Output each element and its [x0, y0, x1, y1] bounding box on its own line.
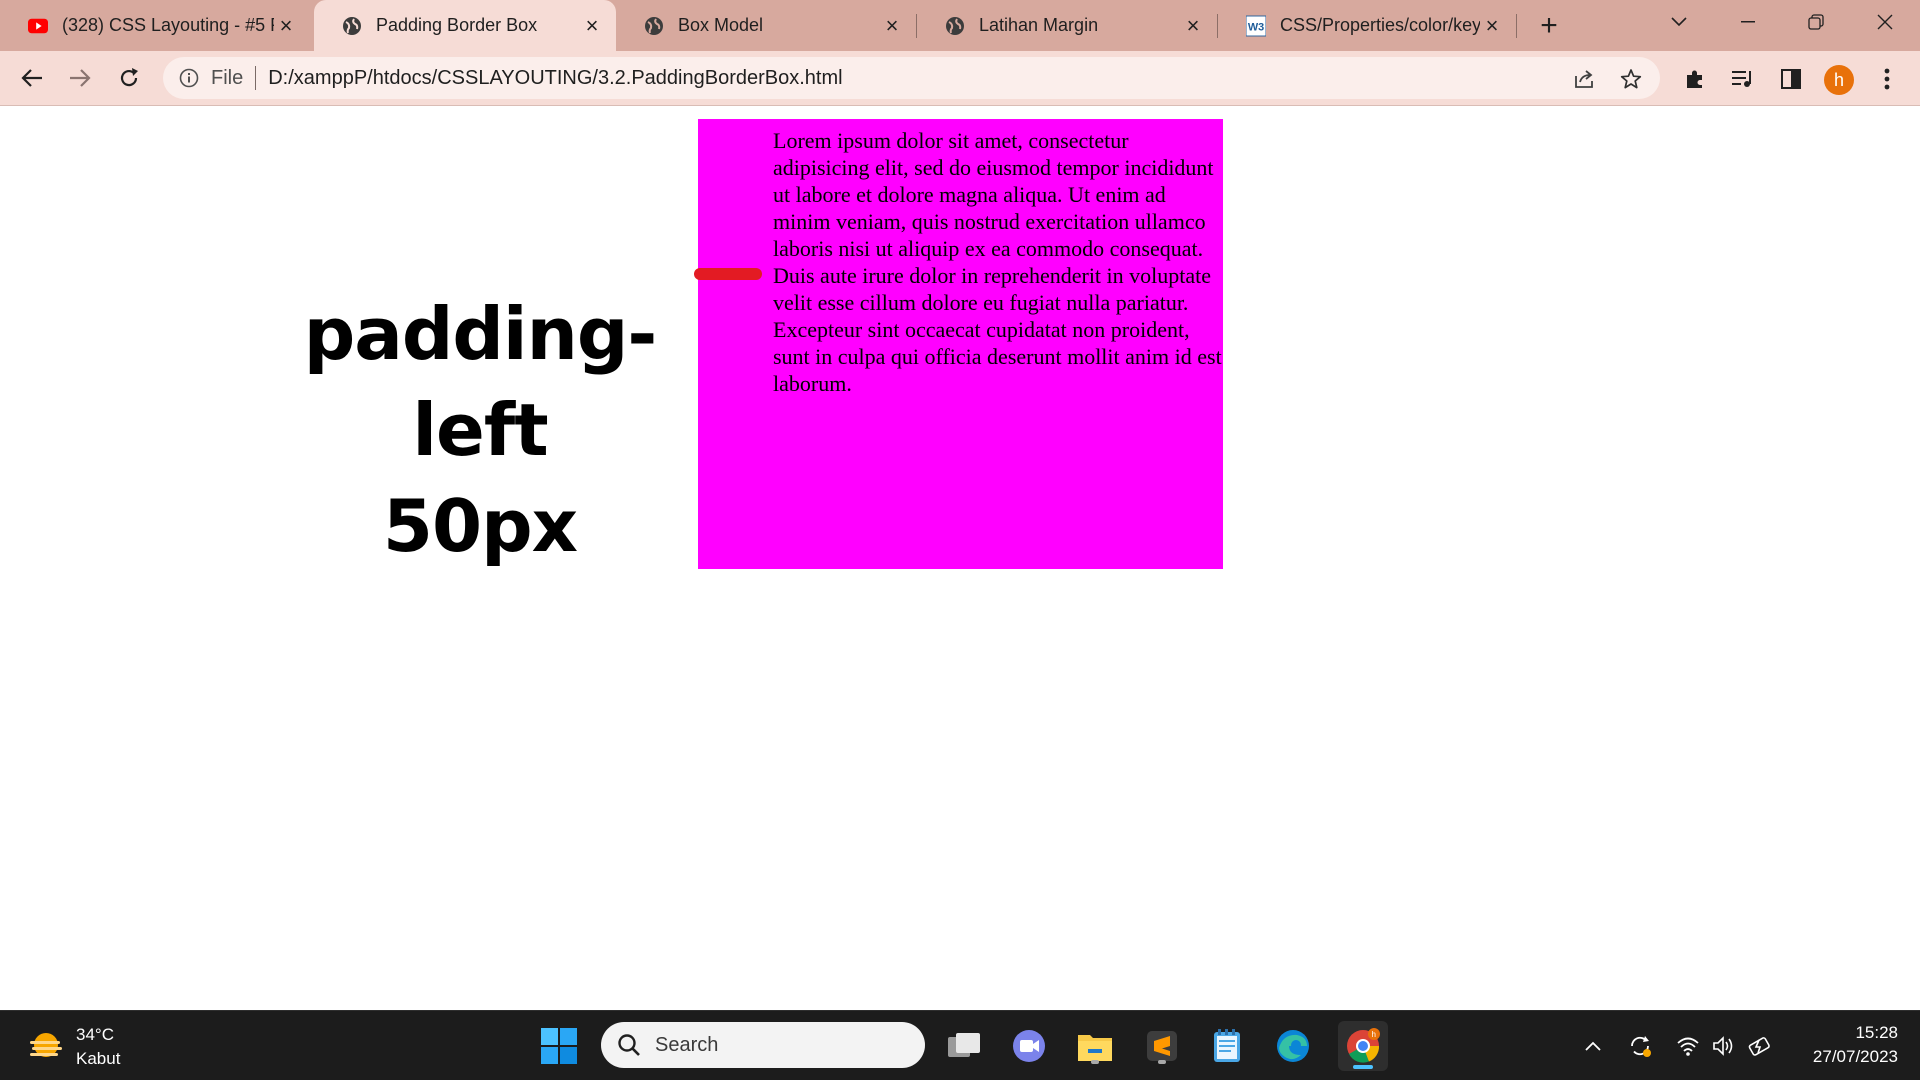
globe-icon — [644, 16, 664, 36]
svg-text:W3: W3 — [1248, 21, 1264, 33]
close-tab-icon[interactable]: × — [880, 13, 904, 38]
notepad-icon[interactable] — [1206, 1025, 1248, 1067]
annotation-marker — [694, 268, 762, 280]
tab-w3schools[interactable]: W3 CSS/Properties/color/keyw × — [1218, 0, 1516, 51]
browser-toolbar: File D:/xamppP/htdocs/CSSLAYOUTING/3.2.P… — [0, 51, 1920, 106]
w3schools-icon: W3 — [1246, 15, 1266, 36]
chevron-down-icon — [1671, 17, 1687, 27]
menu-kebab-icon[interactable] — [1873, 65, 1901, 93]
share-icon[interactable] — [1571, 66, 1597, 92]
volume-icon[interactable] — [1710, 1033, 1736, 1059]
profile-avatar[interactable]: h — [1824, 65, 1854, 95]
address-bar[interactable]: File D:/xamppP/htdocs/CSSLAYOUTING/3.2.P… — [163, 57, 1660, 99]
close-tab-icon[interactable]: × — [1480, 13, 1504, 38]
padding-demo-box: Lorem ipsum dolor sit amet, consectetur … — [698, 119, 1223, 569]
address-divider — [255, 66, 257, 90]
file-explorer-icon[interactable] — [1074, 1025, 1116, 1067]
tab-title: Box Model — [678, 15, 764, 35]
close-tab-icon[interactable]: × — [274, 13, 298, 38]
weather-temp: 34°C — [76, 1025, 114, 1044]
lorem-paragraph: Lorem ipsum dolor sit amet, consectetur … — [773, 128, 1222, 396]
arrow-right-icon — [70, 69, 91, 87]
tab-youtube[interactable]: (328) CSS Layouting - #5 P × — [0, 0, 310, 51]
tab-strip: (328) CSS Layouting - #5 P × Padding Bor… — [0, 0, 1920, 51]
close-tab-icon[interactable]: × — [580, 13, 604, 38]
youtube-icon — [28, 16, 48, 36]
close-icon — [1877, 14, 1893, 30]
page-viewport: padding-left 50px Lorem ipsum dolor sit … — [0, 106, 1920, 1010]
sublime-text-icon[interactable] — [1141, 1025, 1183, 1067]
weather-desc: Kabut — [76, 1049, 121, 1068]
clock-date: 27/07/2023 — [1812, 1047, 1898, 1066]
show-hidden-icons-chevron-up-icon[interactable] — [1580, 1033, 1606, 1059]
extensions-icon[interactable] — [1681, 65, 1709, 93]
star-icon[interactable] — [1618, 66, 1644, 92]
reload-icon — [120, 68, 138, 87]
tab-title: Latihan Margin — [979, 15, 1099, 35]
tab-padding-border-box[interactable]: Padding Border Box × — [314, 0, 616, 51]
forward-button[interactable] — [62, 60, 98, 96]
windows-taskbar: 34°C Kabut Search h 15:28 27/07/2023 — [0, 1010, 1920, 1080]
close-tab-icon[interactable]: × — [1181, 13, 1205, 38]
chrome-icon[interactable]: h — [1338, 1021, 1388, 1071]
search-icon — [618, 1034, 640, 1056]
info-icon[interactable] — [177, 66, 201, 90]
tab-latihan-margin[interactable]: Latihan Margin × — [917, 0, 1217, 51]
tab-title: CSS/Properties/color/keyw — [1280, 15, 1480, 35]
windows-logo-icon — [541, 1028, 577, 1064]
close-window-button[interactable] — [1857, 0, 1913, 44]
restore-button[interactable] — [1788, 0, 1844, 44]
tab-search-button[interactable] — [1651, 0, 1707, 44]
minimize-button[interactable] — [1720, 0, 1776, 44]
edge-icon[interactable] — [1272, 1025, 1314, 1067]
minimize-icon — [1741, 21, 1755, 23]
sync-icon[interactable] — [1627, 1033, 1653, 1059]
tab-separator — [1516, 14, 1517, 38]
globe-icon — [342, 16, 362, 36]
tab-title: Padding Border Box — [376, 15, 538, 35]
teams-icon[interactable] — [1008, 1025, 1050, 1067]
running-indicator — [1091, 1060, 1099, 1064]
padding-caption: padding-left 50px — [240, 286, 720, 574]
scheme-label: File — [211, 66, 244, 89]
clock-time: 15:28 — [1855, 1023, 1898, 1042]
restore-icon — [1808, 14, 1824, 30]
arrow-left-icon — [21, 69, 42, 87]
back-button[interactable] — [14, 60, 50, 96]
url-text[interactable]: D:/xamppP/htdocs/CSSLAYOUTING/3.2.Paddin… — [268, 67, 842, 90]
reload-button[interactable] — [111, 60, 147, 96]
active-indicator — [1353, 1065, 1373, 1069]
hazy-sun-icon — [30, 1033, 62, 1057]
tab-box-model[interactable]: Box Model × — [616, 0, 916, 51]
caption-line-1: padding-left — [303, 292, 658, 472]
tab-title: (328) CSS Layouting - #5 P — [62, 15, 274, 35]
start-button[interactable] — [541, 1028, 577, 1064]
task-view-icon[interactable] — [943, 1025, 985, 1067]
new-tab-button[interactable]: + — [1533, 9, 1565, 42]
caption-line-2: 50px — [382, 484, 578, 568]
battery-charging-icon[interactable] — [1748, 1033, 1774, 1059]
side-panel-icon[interactable] — [1777, 65, 1805, 93]
svg-text:h: h — [1372, 1030, 1376, 1039]
media-queue-icon[interactable] — [1729, 65, 1757, 93]
search-placeholder: Search — [655, 1033, 719, 1056]
globe-icon — [945, 16, 965, 36]
wifi-icon[interactable] — [1675, 1033, 1701, 1059]
running-indicator — [1158, 1060, 1166, 1064]
taskbar-search[interactable]: Search — [601, 1022, 925, 1068]
weather-widget[interactable]: 34°C Kabut — [26, 1023, 120, 1071]
system-clock[interactable]: 15:28 27/07/2023 — [1790, 1021, 1898, 1069]
